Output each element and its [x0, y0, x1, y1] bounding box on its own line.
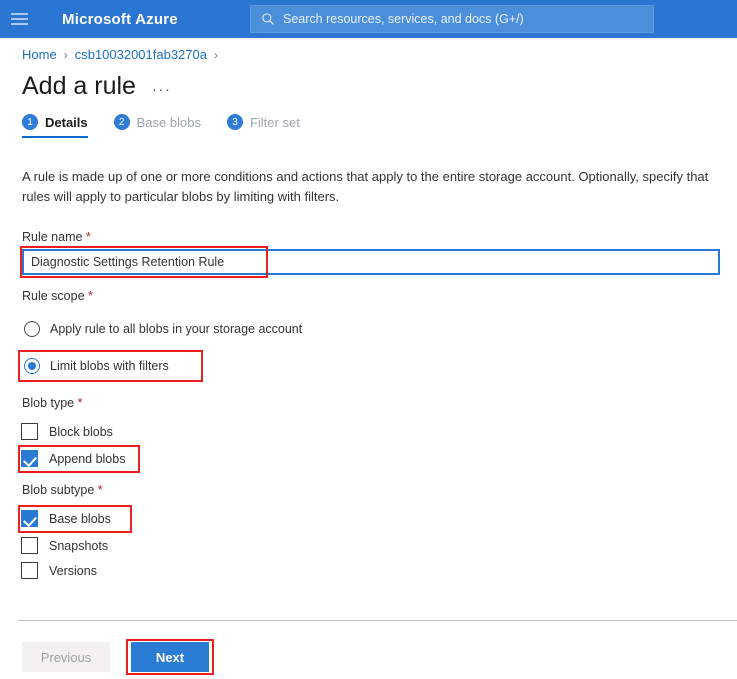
- next-button[interactable]: Next: [131, 642, 209, 672]
- hamburger-menu-icon[interactable]: [0, 0, 38, 38]
- checkbox-snapshots[interactable]: Snapshots: [21, 537, 108, 554]
- radio-apply-all-blobs[interactable]: Apply rule to all blobs in your storage …: [24, 321, 302, 337]
- breadcrumb-item-home[interactable]: Home: [22, 47, 57, 62]
- blob-type-label-text: Blob type: [22, 396, 74, 410]
- brand-title: Microsoft Azure: [62, 11, 178, 28]
- tab-filter-set-label: Filter set: [250, 115, 300, 130]
- blob-subtype-label: Blob subtype *: [22, 483, 103, 497]
- search-placeholder-text: Search resources, services, and docs (G+…: [283, 12, 524, 26]
- tab-base-blobs-label: Base blobs: [137, 115, 201, 130]
- tab-filter-set-number-badge: 3: [227, 114, 243, 130]
- tab-details[interactable]: 1 Details: [22, 114, 88, 138]
- radio-apply-all-blobs-control[interactable]: [24, 321, 40, 337]
- global-search-input[interactable]: Search resources, services, and docs (G+…: [250, 5, 654, 33]
- tab-filter-set-active-indicator: [227, 136, 300, 138]
- checkbox-append-blobs-label: Append blobs: [49, 452, 125, 466]
- page-title: Add a rule: [22, 72, 136, 101]
- rule-name-label: Rule name *: [22, 230, 91, 244]
- checkbox-versions-control[interactable]: [21, 562, 38, 579]
- breadcrumb-item-storage-account[interactable]: csb10032001fab3270a: [75, 47, 207, 62]
- checkbox-versions[interactable]: Versions: [21, 562, 97, 579]
- breadcrumb-separator-icon-2: ›: [214, 48, 218, 62]
- checkbox-block-blobs-label: Block blobs: [49, 425, 113, 439]
- previous-button[interactable]: Previous: [22, 642, 110, 672]
- tab-base-blobs-number-badge: 2: [114, 114, 130, 130]
- blob-subtype-label-text: Blob subtype: [22, 483, 94, 497]
- more-actions-icon[interactable]: ···: [152, 81, 172, 98]
- checkbox-versions-label: Versions: [49, 564, 97, 578]
- checkbox-snapshots-control[interactable]: [21, 537, 38, 554]
- checkbox-append-blobs-control[interactable]: [21, 450, 38, 467]
- tab-details-number-badge: 1: [22, 114, 38, 130]
- rule-name-label-text: Rule name: [22, 230, 82, 244]
- tab-filter-set[interactable]: 3 Filter set: [227, 114, 300, 138]
- rule-name-required-marker: *: [86, 230, 91, 244]
- checkbox-snapshots-label: Snapshots: [49, 539, 108, 553]
- wizard-tabs: 1 Details 2 Base blobs 3 Filter set: [22, 114, 300, 138]
- checkbox-base-blobs-control[interactable]: [21, 510, 38, 527]
- checkbox-base-blobs-label: Base blobs: [49, 512, 111, 526]
- radio-apply-all-blobs-label: Apply rule to all blobs in your storage …: [50, 322, 302, 336]
- page-header: Add a rule ···: [22, 72, 171, 101]
- tab-details-label: Details: [45, 115, 88, 130]
- radio-limit-blobs-with-filters-label: Limit blobs with filters: [50, 359, 169, 373]
- tab-base-blobs-active-indicator: [114, 136, 201, 138]
- tab-details-active-indicator: [22, 136, 88, 138]
- footer-divider: [18, 620, 737, 621]
- rule-scope-label-text: Rule scope: [22, 289, 85, 303]
- search-icon: [261, 12, 275, 26]
- rule-scope-label: Rule scope *: [22, 289, 93, 303]
- checkbox-block-blobs-control[interactable]: [21, 423, 38, 440]
- tab-base-blobs[interactable]: 2 Base blobs: [114, 114, 201, 138]
- radio-limit-blobs-with-filters[interactable]: Limit blobs with filters: [24, 358, 169, 374]
- checkbox-base-blobs[interactable]: Base blobs: [21, 510, 111, 527]
- page-description: A rule is made up of one or more conditi…: [22, 167, 722, 207]
- rule-name-input[interactable]: [22, 249, 720, 275]
- breadcrumb: Home › csb10032001fab3270a ›: [22, 47, 218, 62]
- blob-type-required-marker: *: [78, 396, 83, 410]
- radio-limit-blobs-with-filters-control[interactable]: [24, 358, 40, 374]
- blob-type-label: Blob type *: [22, 396, 82, 410]
- breadcrumb-separator-icon: ›: [64, 48, 68, 62]
- rule-scope-required-marker: *: [88, 289, 93, 303]
- checkbox-append-blobs[interactable]: Append blobs: [21, 450, 125, 467]
- checkbox-block-blobs[interactable]: Block blobs: [21, 423, 113, 440]
- blob-subtype-required-marker: *: [98, 483, 103, 497]
- azure-portal-page: Microsoft Azure Search resources, servic…: [0, 0, 737, 679]
